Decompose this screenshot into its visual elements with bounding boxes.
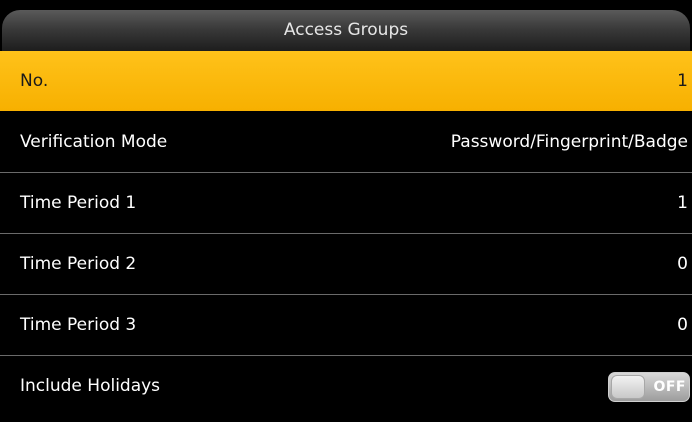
row-number[interactable]: No. 1 — [0, 51, 692, 112]
row-number-value: 1 — [677, 71, 688, 91]
row-verification-mode[interactable]: Verification Mode Password/Fingerprint/B… — [0, 112, 692, 173]
row-time-period-3-value: 0 — [677, 315, 688, 335]
row-time-period-1[interactable]: Time Period 1 1 — [0, 173, 692, 234]
include-holidays-toggle[interactable]: OFF — [608, 372, 690, 402]
row-time-period-3[interactable]: Time Period 3 0 — [0, 295, 692, 356]
row-include-holidays-label: Include Holidays — [20, 376, 161, 396]
row-time-period-2-label: Time Period 2 — [20, 254, 137, 274]
toggle-knob[interactable] — [611, 375, 645, 399]
row-time-period-1-label: Time Period 1 — [20, 193, 137, 213]
row-time-period-2-value: 0 — [677, 254, 688, 274]
row-verification-mode-label: Verification Mode — [20, 132, 168, 152]
row-time-period-2[interactable]: Time Period 2 0 — [0, 234, 692, 295]
access-groups-screen: Access Groups No. 1 Verification Mode Pa… — [0, 0, 692, 422]
row-time-period-3-label: Time Period 3 — [20, 315, 137, 335]
settings-list: No. 1 Verification Mode Password/Fingerp… — [0, 51, 692, 417]
page-title: Access Groups — [283, 20, 409, 40]
row-number-label: No. — [20, 71, 49, 91]
row-time-period-1-value: 1 — [677, 193, 688, 213]
row-verification-mode-value: Password/Fingerprint/Badge — [450, 132, 688, 152]
toggle-state-text: OFF — [653, 379, 686, 395]
title-bar: Access Groups — [0, 0, 692, 51]
row-include-holidays[interactable]: Include Holidays OFF — [0, 356, 692, 417]
